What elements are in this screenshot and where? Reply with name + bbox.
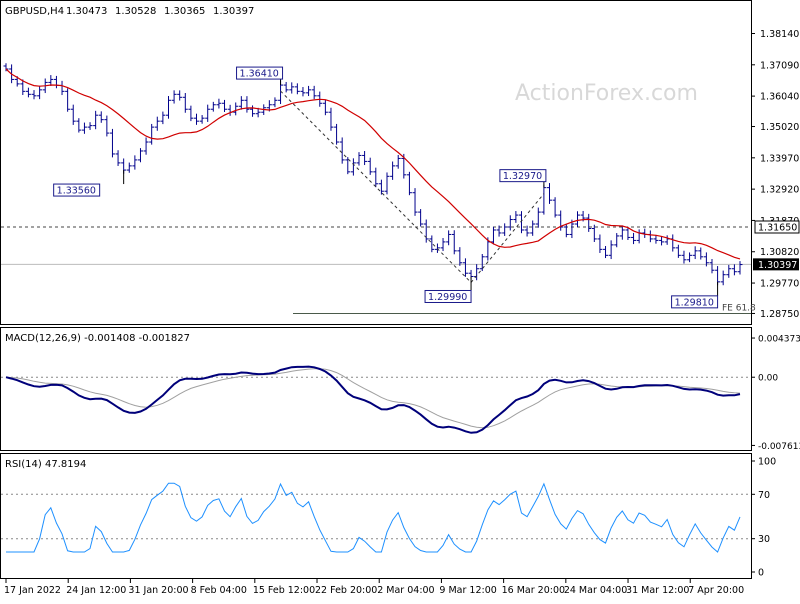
watermark-text: ActionForex.com [515,81,698,106]
annotation-label: 1.29990 [428,292,467,303]
ohlc-open: 1.30473 [66,6,107,17]
x-axis-tick-label: 22 Feb 20:00 [315,585,377,596]
fe-61-8-label: FE 61.8 [722,303,756,313]
annotation-label: 1.32970 [503,171,542,182]
rsi-y-tick-label: 70 [758,490,770,501]
x-axis-tick-label: 31 Mar 12:00 [626,585,689,596]
x-axis-tick-label: 2 Mar 04:00 [377,585,434,596]
forex-chart-window: ActionForex.com GBPUSD,H4 1.30473 1.3052… [0,0,800,600]
price-y-tick-label: 1.28750 [760,309,799,320]
x-axis-tick-label: 7 Apr 20:00 [688,585,744,596]
x-axis-tick-label: 9 Mar 12:00 [439,585,496,596]
price-y-tick-label: 1.36040 [760,92,799,103]
ohlc-high: 1.30528 [115,6,156,17]
chart-canvas: ActionForex.com GBPUSD,H4 1.30473 1.3052… [0,0,800,596]
price-y-tick-label: 1.38140 [760,29,799,40]
annotation-label: 1.33560 [57,186,96,197]
x-axis-tick-label: 17 Jan 2022 [4,585,61,596]
macd-panel-frame [0,327,752,451]
x-axis-tick-label: 31 Jan 20:00 [128,585,188,596]
ohlc-close: 1.30397 [213,6,254,17]
rsi-panel-frame [0,453,752,579]
current-price-label: 1.30397 [758,260,797,271]
price-y-tick-label: 1.37090 [760,60,799,71]
macd-panel-title: MACD(12,26,9) -0.001408 -0.001827 [5,333,190,344]
ohlc-low: 1.30365 [164,6,205,17]
x-axis-tick-label: 16 Mar 20:00 [502,585,565,596]
price-panel-title: GBPUSD,H4 [5,6,64,17]
rsi-panel-title: RSI(14) 47.8194 [5,459,86,470]
price-y-tick-label: 1.32920 [760,185,799,196]
x-axis-tick-label: 15 Feb 12:00 [253,585,315,596]
annotation-label: 1.29810 [675,297,714,308]
price-y-tick-label: 1.29770 [760,279,799,290]
level-price-label: 1.31650 [758,222,797,233]
macd-y-tick-label: -0.007613 [758,442,800,452]
rsi-y-tick-label: 30 [758,534,770,545]
price-y-tick-label: 1.33970 [760,153,799,164]
rsi-y-tick-label: 0 [758,568,764,579]
price-panel-frame [0,0,752,325]
macd-y-tick-label: 0.00 [758,374,778,384]
x-axis-tick-label: 24 Jan 12:00 [66,585,126,596]
x-axis-tick-label: 24 Mar 04:00 [564,585,627,596]
price-y-tick-label: 1.35020 [760,122,799,133]
macd-y-tick-label: 0.004373 [758,335,800,345]
x-axis-tick-label: 8 Feb 04:00 [191,585,247,596]
price-y-tick-label: 1.30820 [760,247,799,258]
rsi-y-tick-label: 100 [758,457,776,468]
annotation-label: 1.36410 [240,69,279,80]
